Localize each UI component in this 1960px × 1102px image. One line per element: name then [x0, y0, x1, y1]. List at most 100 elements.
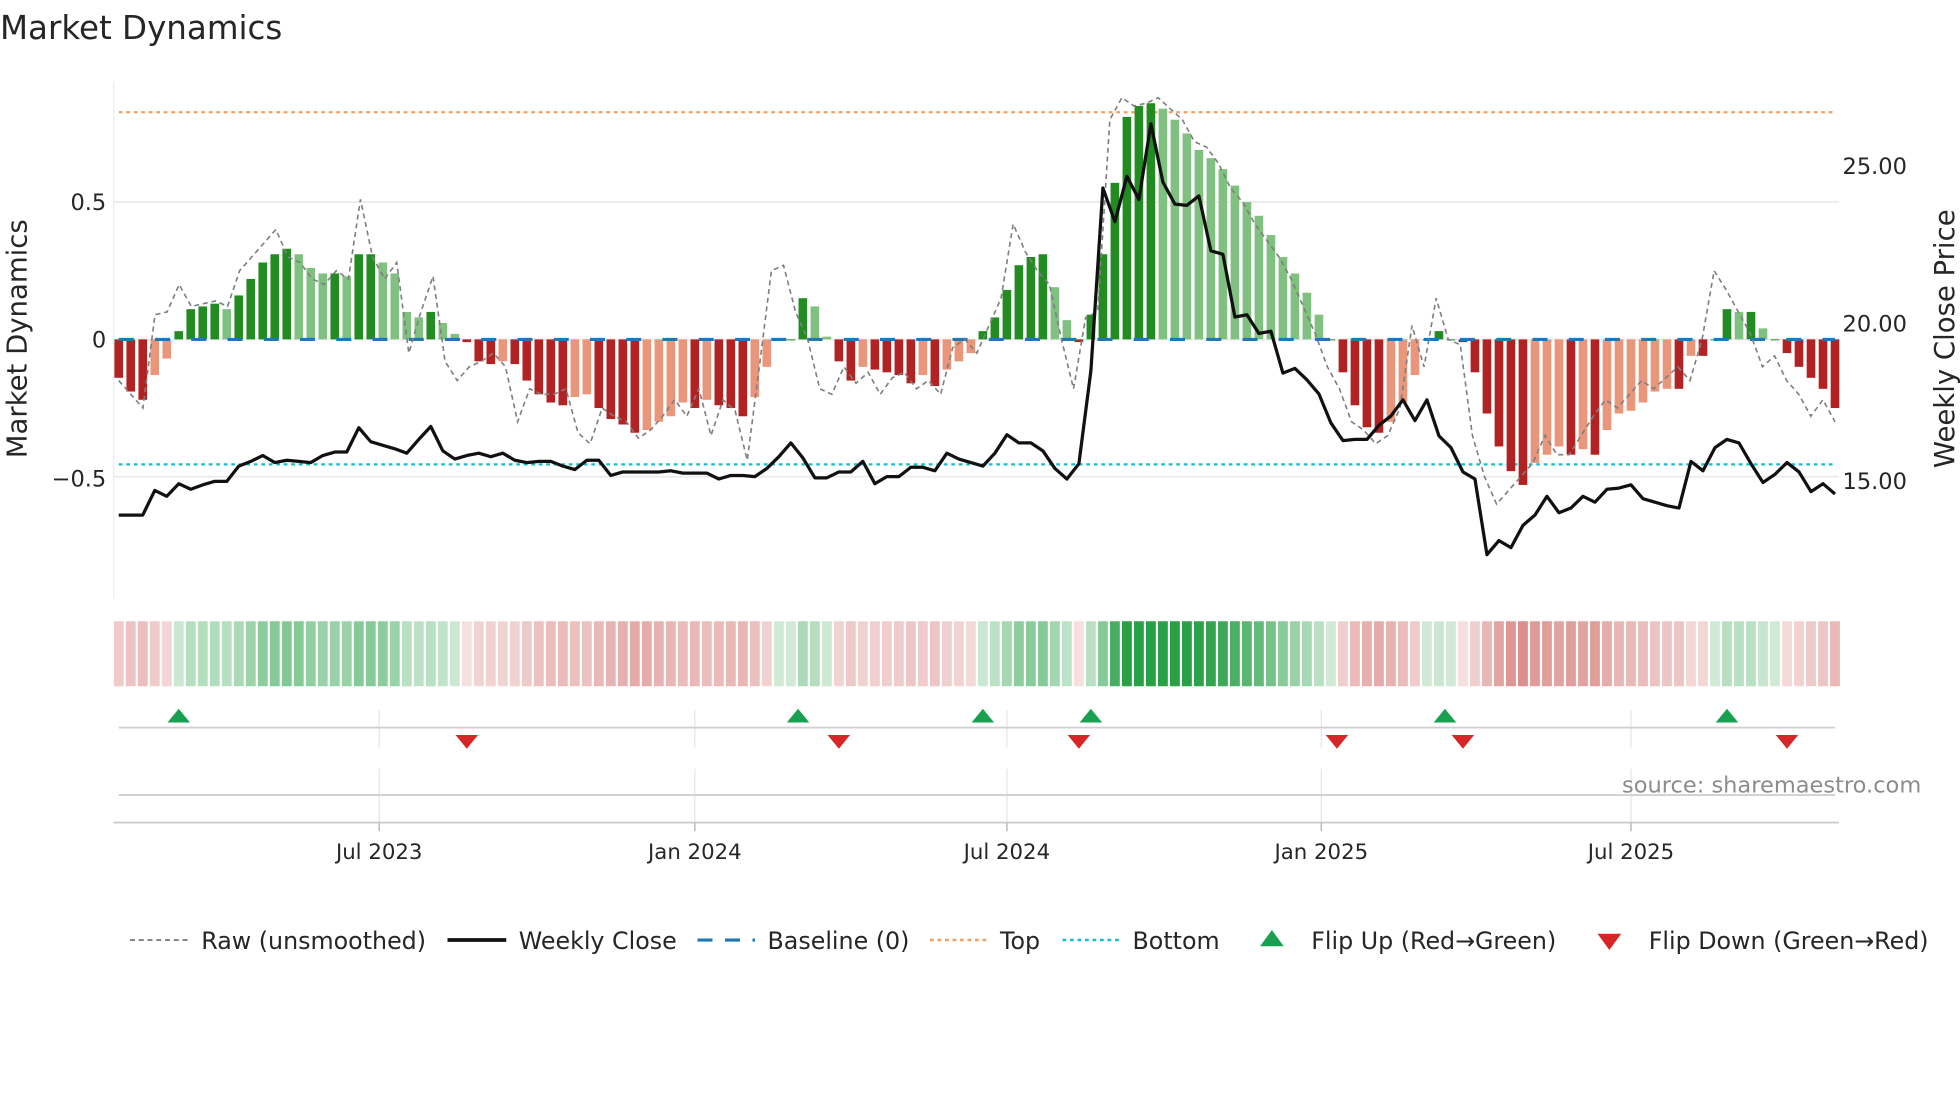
heat-cell — [1458, 621, 1468, 687]
heat-cell — [821, 621, 832, 687]
heat-cell — [425, 621, 436, 687]
heat-cell — [1302, 621, 1312, 687]
heat-cell — [617, 621, 628, 687]
momentum-bar — [270, 254, 280, 340]
momentum-bar — [522, 339, 532, 381]
heat-cell — [1241, 621, 1252, 687]
heat-cell — [1025, 621, 1036, 687]
heat-cell — [329, 621, 340, 687]
momentum-bar — [354, 254, 364, 340]
heat-cell — [761, 621, 772, 687]
momentum-bar — [198, 306, 208, 340]
heat-cell — [905, 621, 916, 687]
heat-cell — [1362, 621, 1372, 687]
momentum-bar — [1638, 339, 1648, 403]
heat-cell — [1806, 621, 1816, 687]
momentum-bar — [678, 339, 688, 403]
heat-cell — [521, 621, 532, 687]
momentum-bar — [570, 339, 580, 398]
heat-cell — [557, 621, 568, 687]
momentum-bar — [642, 339, 652, 430]
legend-item-flip-down: Flip Down (Green→Red) — [1597, 927, 1929, 955]
heat-cell — [881, 621, 892, 687]
heat-cell — [257, 621, 268, 687]
heat-cell — [185, 621, 196, 687]
heat-cell — [1001, 621, 1012, 687]
x-tick-label: Jul 2023 — [334, 840, 422, 865]
momentum-bar — [282, 248, 292, 340]
momentum-bar — [1518, 339, 1528, 485]
y-tick-label: −0.5 — [52, 466, 107, 492]
heat-cell — [773, 621, 784, 687]
x-tick-label: Jan 2025 — [1273, 840, 1369, 865]
momentum-bar — [1722, 309, 1732, 340]
heat-cell — [1326, 621, 1336, 687]
legend-item-raw: Raw (unsmoothed) — [130, 927, 426, 955]
momentum-bar — [1374, 339, 1384, 433]
legend-label: Top — [999, 927, 1040, 955]
momentum-bar — [330, 273, 340, 340]
heat-cell — [1073, 621, 1084, 687]
momentum-bar — [234, 295, 244, 340]
momentum-bar — [1122, 116, 1132, 340]
heat-cell — [581, 621, 592, 687]
momentum-bar — [870, 339, 880, 370]
heat-cell — [857, 621, 868, 687]
heat-cell — [941, 621, 952, 687]
heat-cell — [1133, 621, 1144, 687]
momentum-bar — [810, 306, 820, 340]
heat-cell — [1746, 621, 1756, 687]
momentum-bar — [798, 298, 808, 340]
y2-tick-label: 15.00 — [1843, 469, 1907, 495]
heat-cell — [1085, 621, 1096, 687]
momentum-bar — [546, 339, 556, 403]
momentum-bar — [1194, 149, 1204, 340]
heat-cell — [641, 621, 652, 687]
x-axis-ticks — [378, 822, 1632, 832]
momentum-bar — [882, 339, 892, 373]
heat-cell — [1169, 621, 1180, 687]
heat-cell — [1758, 621, 1768, 687]
momentum-bar — [1158, 108, 1168, 340]
heat-cell — [797, 621, 808, 687]
momentum-bar — [618, 339, 628, 425]
heat-cell — [173, 621, 184, 687]
momentum-bar — [750, 339, 760, 398]
momentum-bar — [1350, 339, 1360, 406]
heat-cell — [1590, 621, 1600, 687]
heat-cell — [845, 621, 856, 687]
y-axis-label: Market Dynamics — [1, 219, 33, 458]
heat-cell — [689, 621, 700, 687]
momentum-bar — [1770, 339, 1780, 341]
momentum-bar — [1554, 339, 1564, 447]
heat-cell — [1482, 621, 1492, 687]
heat-cell — [149, 621, 160, 687]
heat-cell — [437, 621, 448, 687]
heat-cell — [1710, 621, 1720, 687]
momentum-bar — [258, 262, 268, 340]
heat-cell — [1830, 621, 1840, 687]
heat-cell — [545, 621, 556, 687]
momentum-bar — [654, 339, 664, 422]
momentum-bar — [474, 339, 484, 362]
heat-cell — [1818, 621, 1828, 687]
momentum-bar — [714, 339, 724, 406]
heat-cell — [1037, 621, 1048, 687]
heat-cell — [509, 621, 520, 687]
momentum-bar — [210, 303, 220, 340]
heat-cell — [449, 621, 460, 687]
momentum-bar — [294, 254, 304, 340]
heat-cell — [1530, 621, 1540, 687]
momentum-bar — [1734, 311, 1744, 340]
heat-cell — [1049, 621, 1060, 687]
x-tick-label: Jan 2024 — [646, 840, 742, 865]
legend-item-bottom: Bottom — [1062, 927, 1220, 955]
legend-item-flip-up: Flip Up (Red→Green) — [1260, 927, 1556, 955]
heat-cell — [1566, 621, 1576, 687]
flip-up-marker — [1079, 708, 1103, 723]
heat-cell — [1638, 621, 1648, 687]
momentum-bar — [1782, 339, 1792, 354]
momentum-bar — [1494, 339, 1504, 447]
momentum-bar — [942, 339, 952, 370]
heat-cell — [1662, 621, 1672, 687]
